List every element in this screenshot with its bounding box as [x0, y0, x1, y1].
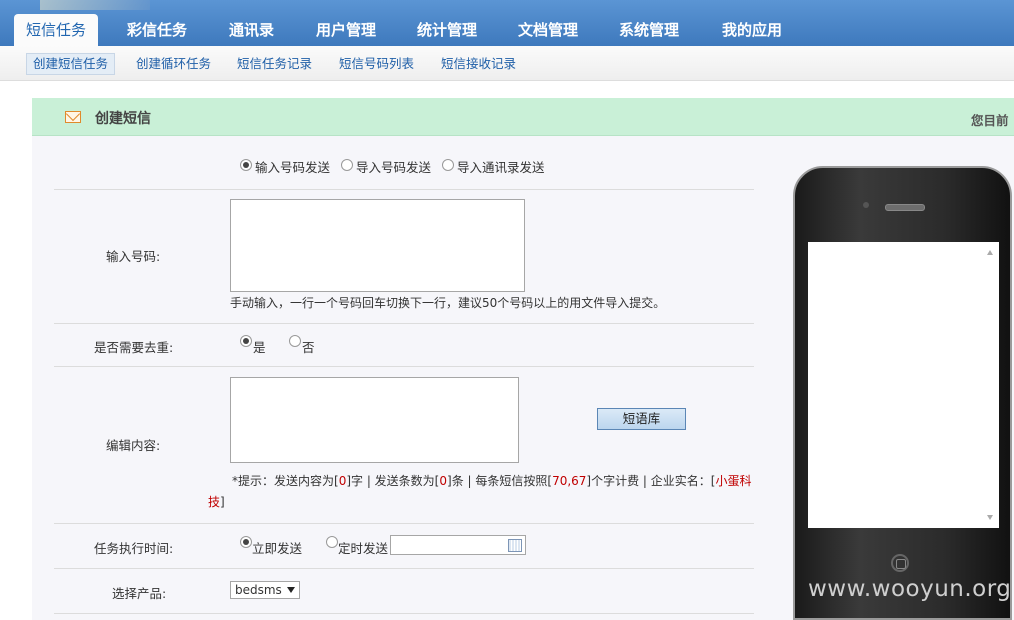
radio-label: 输入号码发送 [255, 160, 331, 175]
send-mode-row: 输入号码发送 导入号码发送 导入通讯录发送 [54, 135, 754, 190]
numbers-hint: 手动输入，一行一个号码回车切换下一行，建议50个号码以上的用文件导入提交。 [230, 296, 666, 310]
subnav-create-sms-task[interactable]: 创建短信任务 [26, 53, 116, 75]
tab-contacts[interactable]: 通讯录 [229, 18, 274, 42]
datetime-input[interactable] [390, 535, 526, 555]
radio-import-contacts[interactable] [442, 159, 454, 171]
numbers-textarea[interactable] [230, 199, 525, 292]
radio-input-numbers[interactable] [240, 159, 252, 171]
radio-label: 导入通讯录发送 [457, 160, 545, 175]
product-label: 选择产品: [112, 586, 167, 601]
radio-dedupe-no[interactable] [289, 335, 301, 347]
product-select[interactable]: bedsms [230, 581, 300, 599]
scroll-down-icon[interactable] [987, 515, 993, 520]
mail-icon [65, 111, 81, 123]
dedupe-label: 是否需要去重: [94, 340, 174, 355]
content-hint: *提示：发送内容为[0]字 | 发送条数为[0]条 | 每条短信按照[70,67… [232, 474, 752, 488]
radio-dedupe-yes[interactable] [240, 335, 252, 347]
home-button-icon [891, 554, 909, 572]
company-name: 小蛋科 [715, 474, 752, 488]
content-label: 编辑内容: [106, 438, 161, 453]
content-hint-cont: 技] [208, 495, 225, 509]
phone-preview [793, 166, 1012, 620]
tab-sms-task[interactable]: 短信任务 [14, 14, 99, 46]
tab-my-apps[interactable]: 我的应用 [722, 18, 782, 42]
watermark: www.wooyun.org [808, 576, 1012, 602]
subnav-sms-number-list[interactable]: 短信号码列表 [339, 54, 414, 74]
radio-label: 定时发送 [338, 541, 389, 556]
tab-mms-task[interactable]: 彩信任务 [127, 18, 187, 42]
product-selected-value: bedsms [235, 583, 282, 597]
radio-import-numbers[interactable] [341, 159, 353, 171]
top-nav: 短信任务 彩信任务 通讯录 用户管理 统计管理 文档管理 系统管理 我的应用 [0, 0, 1014, 46]
radio-send-now[interactable] [240, 536, 252, 548]
tab-user-management[interactable]: 用户管理 [316, 18, 376, 42]
scroll-up-icon[interactable] [987, 250, 993, 255]
radio-label: 导入号码发送 [356, 160, 432, 175]
location-text: 您目前 [971, 113, 1009, 128]
panel-title: 创建短信 [95, 111, 151, 127]
calendar-icon[interactable] [508, 539, 522, 552]
subnav-create-loop-task[interactable]: 创建循环任务 [136, 54, 211, 74]
message-count: 0 [439, 474, 448, 488]
camera-icon [863, 202, 869, 208]
numbers-row: 输入号码: 手动输入，一行一个号码回车切换下一行，建议50个号码以上的用文件导入… [54, 189, 754, 324]
radio-send-scheduled[interactable] [326, 536, 338, 548]
spacer [0, 81, 1014, 98]
subnav-sms-task-records[interactable]: 短信任务记录 [237, 54, 312, 74]
phrase-library-button[interactable]: 短语库 [597, 408, 686, 430]
billing-chars: 70,67 [552, 474, 587, 488]
phone-screen [808, 242, 999, 528]
company-name-end: 技 [208, 495, 221, 509]
product-row: 选择产品: bedsms [54, 569, 754, 614]
subnav-sms-receive-records[interactable]: 短信接收记录 [441, 54, 516, 74]
sub-nav: 创建短信任务 创建循环任务 短信任务记录 短信号码列表 短信接收记录 [0, 46, 1014, 81]
radio-label: 立即发送 [252, 541, 303, 556]
panel-header: 创建短信 您目前 [32, 98, 1014, 136]
speaker-icon [885, 204, 925, 211]
logo-fragment [40, 0, 150, 10]
tab-documents[interactable]: 文档管理 [518, 18, 578, 42]
tab-system-management[interactable]: 系统管理 [619, 18, 679, 42]
radio-label: 否 [302, 340, 315, 355]
numbers-label: 输入号码: [106, 249, 161, 264]
schedule-row: 任务执行时间: 立即发送 定时发送 [54, 524, 754, 569]
dropdown-arrow-icon [287, 587, 295, 593]
schedule-label: 任务执行时间: [94, 541, 174, 556]
content-row: 编辑内容: 短语库 *提示：发送内容为[0]字 | 发送条数为[0]条 | 每条… [54, 367, 754, 524]
dedupe-row: 是否需要去重: 是 否 [54, 324, 754, 367]
tab-statistics[interactable]: 统计管理 [417, 18, 477, 42]
radio-label: 是 [253, 340, 266, 355]
content-textarea[interactable] [230, 377, 519, 463]
